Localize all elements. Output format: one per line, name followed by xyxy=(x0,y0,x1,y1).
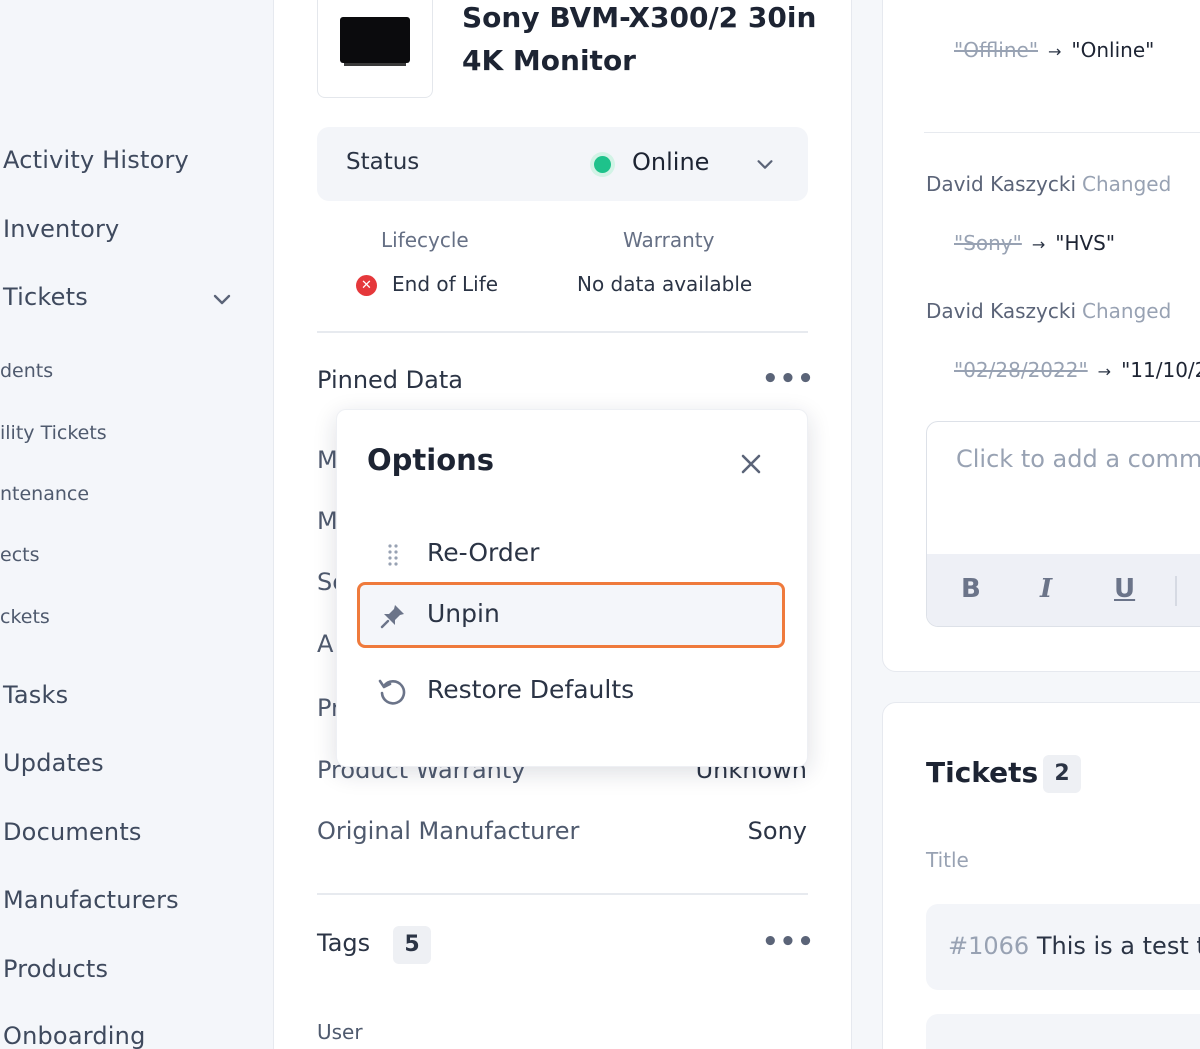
lifecycle-value: End of Life xyxy=(392,272,499,296)
history-author: David Kaszycki xyxy=(926,172,1077,196)
history-new-value: "HVS" xyxy=(1055,231,1116,255)
status-value: Online xyxy=(632,148,710,176)
tickets-count-badge: 2 xyxy=(1043,755,1081,793)
lifecycle-label: Lifecycle xyxy=(381,228,469,252)
sidebar-item-inventory[interactable]: Inventory xyxy=(3,215,119,243)
arrow-right-icon: → xyxy=(1097,362,1112,381)
ticket-number: #1066 xyxy=(948,932,1030,960)
status-dropdown[interactable]: Status Online xyxy=(317,127,808,201)
monitor-image xyxy=(340,17,410,63)
sidebar-item-manufacturers[interactable]: Manufacturers xyxy=(3,886,179,914)
option-label: Re-Order xyxy=(427,538,540,567)
pinned-data-title: Pinned Data xyxy=(317,366,463,394)
sidebar-item-tasks[interactable]: Tasks xyxy=(3,681,68,709)
pinned-row-label: A xyxy=(317,630,334,658)
comment-toolbar: B I U xyxy=(927,554,1200,626)
arrow-right-icon: → xyxy=(1031,235,1046,254)
option-label: Unpin xyxy=(427,599,500,628)
pinned-row-value: Sony xyxy=(747,817,807,845)
options-popover: Options Re-Order Unpin Restore Defaults xyxy=(336,409,808,767)
option-restore-defaults[interactable]: Restore Defaults xyxy=(357,658,785,724)
sidebar-item-documents[interactable]: Documents xyxy=(3,818,142,846)
product-thumbnail xyxy=(317,0,433,98)
history-change: "Sony" → "HVS" xyxy=(954,231,1115,255)
history-old-value: "02/28/2022" xyxy=(954,358,1088,382)
pinned-more-icon[interactable]: ••• xyxy=(762,364,815,394)
pinned-row-label: M xyxy=(317,507,338,535)
monitor-stand xyxy=(344,63,406,66)
history-action: Changed xyxy=(1082,172,1172,196)
tags-count-badge: 5 xyxy=(393,926,431,964)
history-entry-header: David Kaszycki Changed xyxy=(926,172,1171,196)
sidebar-item-onboarding[interactable]: Onboarding xyxy=(3,1022,146,1049)
sidebar-subitem-facility-tickets[interactable]: ility Tickets xyxy=(0,422,107,444)
history-divider xyxy=(924,132,1200,133)
tickets-card xyxy=(882,702,1200,1049)
status-online-dot xyxy=(594,156,611,173)
tickets-column-title: Title xyxy=(926,848,969,872)
history-new-value: "11/10/2 xyxy=(1121,358,1200,382)
warranty-value: No data available xyxy=(577,272,753,296)
sidebar-item-tickets[interactable]: Tickets xyxy=(3,283,88,311)
arrow-right-icon: → xyxy=(1048,42,1062,61)
history-entry-header: David Kaszycki Changed xyxy=(926,299,1171,323)
ticket-title-cell: #1066 This is a test t xyxy=(948,932,1200,960)
sidebar-item-products[interactable]: Products xyxy=(3,955,108,983)
sidebar-subitem-projects[interactable]: ects xyxy=(0,544,39,566)
section-divider xyxy=(317,331,808,333)
sidebar-item-activity-history[interactable]: Activity History xyxy=(3,146,189,174)
tags-title: Tags xyxy=(317,929,371,957)
sidebar-item-updates[interactable]: Updates xyxy=(3,749,104,777)
product-title: Sony BVM-X300/2 30in 4K Monitor xyxy=(462,1,817,77)
history-change: "02/28/2022" → "11/10/2 xyxy=(954,358,1200,382)
error-x-icon: ✕ xyxy=(356,275,377,296)
pinned-row-label: Original Manufacturer xyxy=(317,817,580,845)
ticket-row[interactable] xyxy=(926,1014,1200,1049)
activity-panel: "Offline" → "Online" David Kaszycki Changed… xyxy=(852,0,1200,1049)
restore-icon xyxy=(378,679,406,705)
ticket-text: This is a test t xyxy=(1036,932,1200,960)
section-divider xyxy=(317,893,808,895)
italic-button[interactable]: I xyxy=(1040,574,1052,604)
drag-handle-icon xyxy=(388,544,398,566)
sidebar-subitem-maintenance[interactable]: ntenance xyxy=(0,483,89,505)
tickets-title: Tickets xyxy=(926,756,1039,789)
toolbar-divider xyxy=(1175,576,1177,606)
comment-editor[interactable]: Click to add a comm B I U xyxy=(926,421,1200,627)
chevron-down-icon xyxy=(757,160,773,169)
bold-button[interactable]: B xyxy=(961,574,981,604)
underline-button[interactable]: U xyxy=(1114,574,1135,604)
pin-icon xyxy=(380,605,404,629)
tag-group-label: User xyxy=(317,1020,363,1044)
options-title: Options xyxy=(367,443,495,477)
option-unpin[interactable]: Unpin xyxy=(357,582,785,648)
history-change: "Offline" → "Online" xyxy=(954,38,1154,62)
option-label: Restore Defaults xyxy=(427,675,635,704)
history-action: Changed xyxy=(1082,299,1172,323)
ticket-row[interactable]: #1066 This is a test t xyxy=(926,904,1200,990)
chevron-down-icon[interactable] xyxy=(210,287,234,311)
close-icon[interactable] xyxy=(737,450,765,478)
warranty-label: Warranty xyxy=(623,228,715,252)
status-label: Status xyxy=(346,149,420,175)
sidebar-subitem-tickets[interactable]: ckets xyxy=(0,606,50,628)
sidebar-subitem-incidents[interactable]: dents xyxy=(0,360,53,382)
sidebar: Activity History Inventory Tickets dents… xyxy=(0,0,274,1049)
pinned-row-label: M xyxy=(317,446,338,474)
option-reorder[interactable]: Re-Order xyxy=(357,521,785,587)
history-old-value: "Sony" xyxy=(954,231,1022,255)
comment-input[interactable]: Click to add a comm xyxy=(956,445,1200,473)
history-author: David Kaszycki xyxy=(926,299,1077,323)
history-old-value: "Offline" xyxy=(954,38,1039,62)
tags-more-icon[interactable]: ••• xyxy=(762,927,815,957)
history-new-value: "Online" xyxy=(1071,38,1155,62)
